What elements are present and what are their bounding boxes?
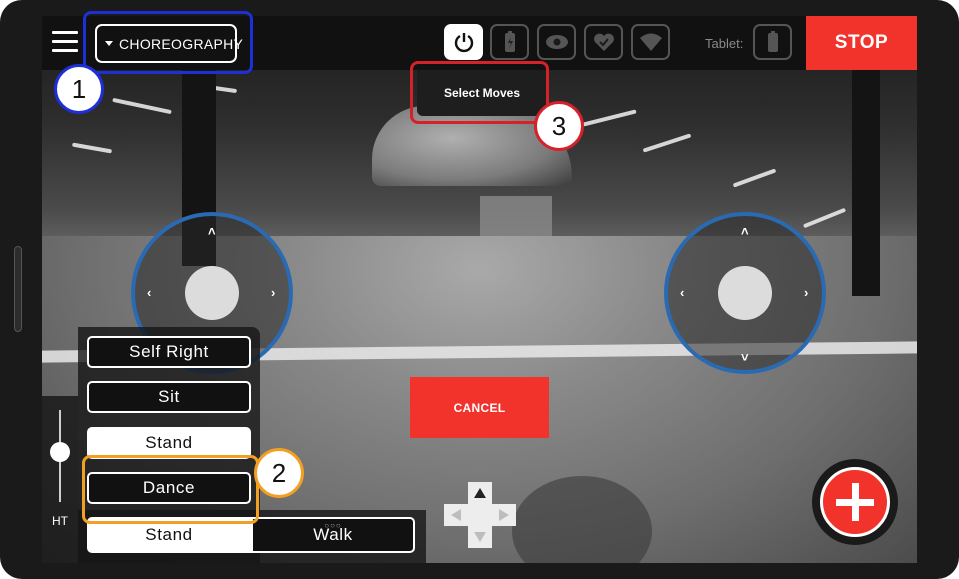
left-joystick-knob[interactable] bbox=[185, 266, 239, 320]
dpad-up-arrow-icon[interactable] bbox=[468, 482, 492, 504]
mode-dropdown-label: CHOREOGRAPHY bbox=[119, 35, 244, 52]
height-label: HT bbox=[52, 514, 68, 528]
heart-icon[interactable] bbox=[584, 24, 623, 60]
menu-icon[interactable] bbox=[52, 31, 78, 53]
plus-icon bbox=[820, 467, 890, 537]
eye-icon[interactable] bbox=[537, 24, 576, 60]
annotation-marker-2: 2 bbox=[254, 448, 304, 498]
dance-button[interactable]: Dance bbox=[87, 472, 251, 504]
chevron-right-icon: › bbox=[271, 285, 276, 300]
height-control: HT bbox=[42, 396, 78, 563]
add-button[interactable] bbox=[812, 459, 898, 545]
sit-button[interactable]: Sit bbox=[87, 381, 251, 413]
tablet-frame: CHOREOGRAPHY Tablet: STOP Select Moves ˄… bbox=[0, 0, 959, 579]
dpad-center bbox=[468, 504, 492, 526]
chevron-up-icon: ˄ bbox=[741, 224, 749, 239]
chevron-left-icon: ‹ bbox=[680, 285, 685, 300]
gait-walk-button[interactable]: ○○○ Walk bbox=[251, 517, 415, 553]
app-screen: CHOREOGRAPHY Tablet: STOP Select Moves ˄… bbox=[42, 16, 917, 563]
height-slider-thumb[interactable] bbox=[50, 442, 70, 462]
stop-button[interactable]: STOP bbox=[806, 16, 917, 70]
top-bar: CHOREOGRAPHY Tablet: STOP bbox=[42, 16, 917, 70]
stand-move-button[interactable]: Stand bbox=[87, 427, 251, 459]
self-right-button[interactable]: Self Right bbox=[87, 336, 251, 368]
power-icon[interactable] bbox=[444, 24, 483, 60]
chevron-down-icon: ˅ bbox=[741, 350, 749, 365]
annotation-marker-3: 3 bbox=[534, 101, 584, 151]
battery-icon[interactable] bbox=[490, 24, 529, 60]
mode-dropdown[interactable]: CHOREOGRAPHY bbox=[95, 24, 243, 63]
right-joystick[interactable]: ˄ ‹ › ˅ bbox=[664, 212, 826, 374]
chevron-up-icon: ˄ bbox=[208, 224, 216, 239]
tablet-battery-label: Tablet: bbox=[705, 36, 744, 51]
annotation-marker-1: 1 bbox=[54, 64, 104, 114]
cancel-button[interactable]: CANCEL bbox=[410, 377, 549, 438]
tablet-side-button bbox=[14, 246, 22, 332]
gait-stand-button[interactable]: Stand bbox=[87, 517, 251, 553]
select-moves-button[interactable]: Select Moves bbox=[417, 70, 547, 116]
dpad-right-arrow-icon[interactable] bbox=[492, 504, 516, 526]
gait-options-indicator: ○○○ bbox=[324, 521, 342, 530]
direction-pad bbox=[444, 482, 516, 548]
chevron-right-icon: › bbox=[804, 285, 809, 300]
wifi-icon[interactable] bbox=[631, 24, 670, 60]
chevron-left-icon: ‹ bbox=[147, 285, 152, 300]
dpad-left-arrow-icon[interactable] bbox=[444, 504, 468, 526]
caret-down-icon bbox=[105, 41, 113, 46]
tablet-battery-icon bbox=[753, 24, 792, 60]
gait-stand-label: Stand bbox=[145, 525, 193, 544]
dpad-down-arrow-icon[interactable] bbox=[468, 526, 492, 548]
right-joystick-knob[interactable] bbox=[718, 266, 772, 320]
